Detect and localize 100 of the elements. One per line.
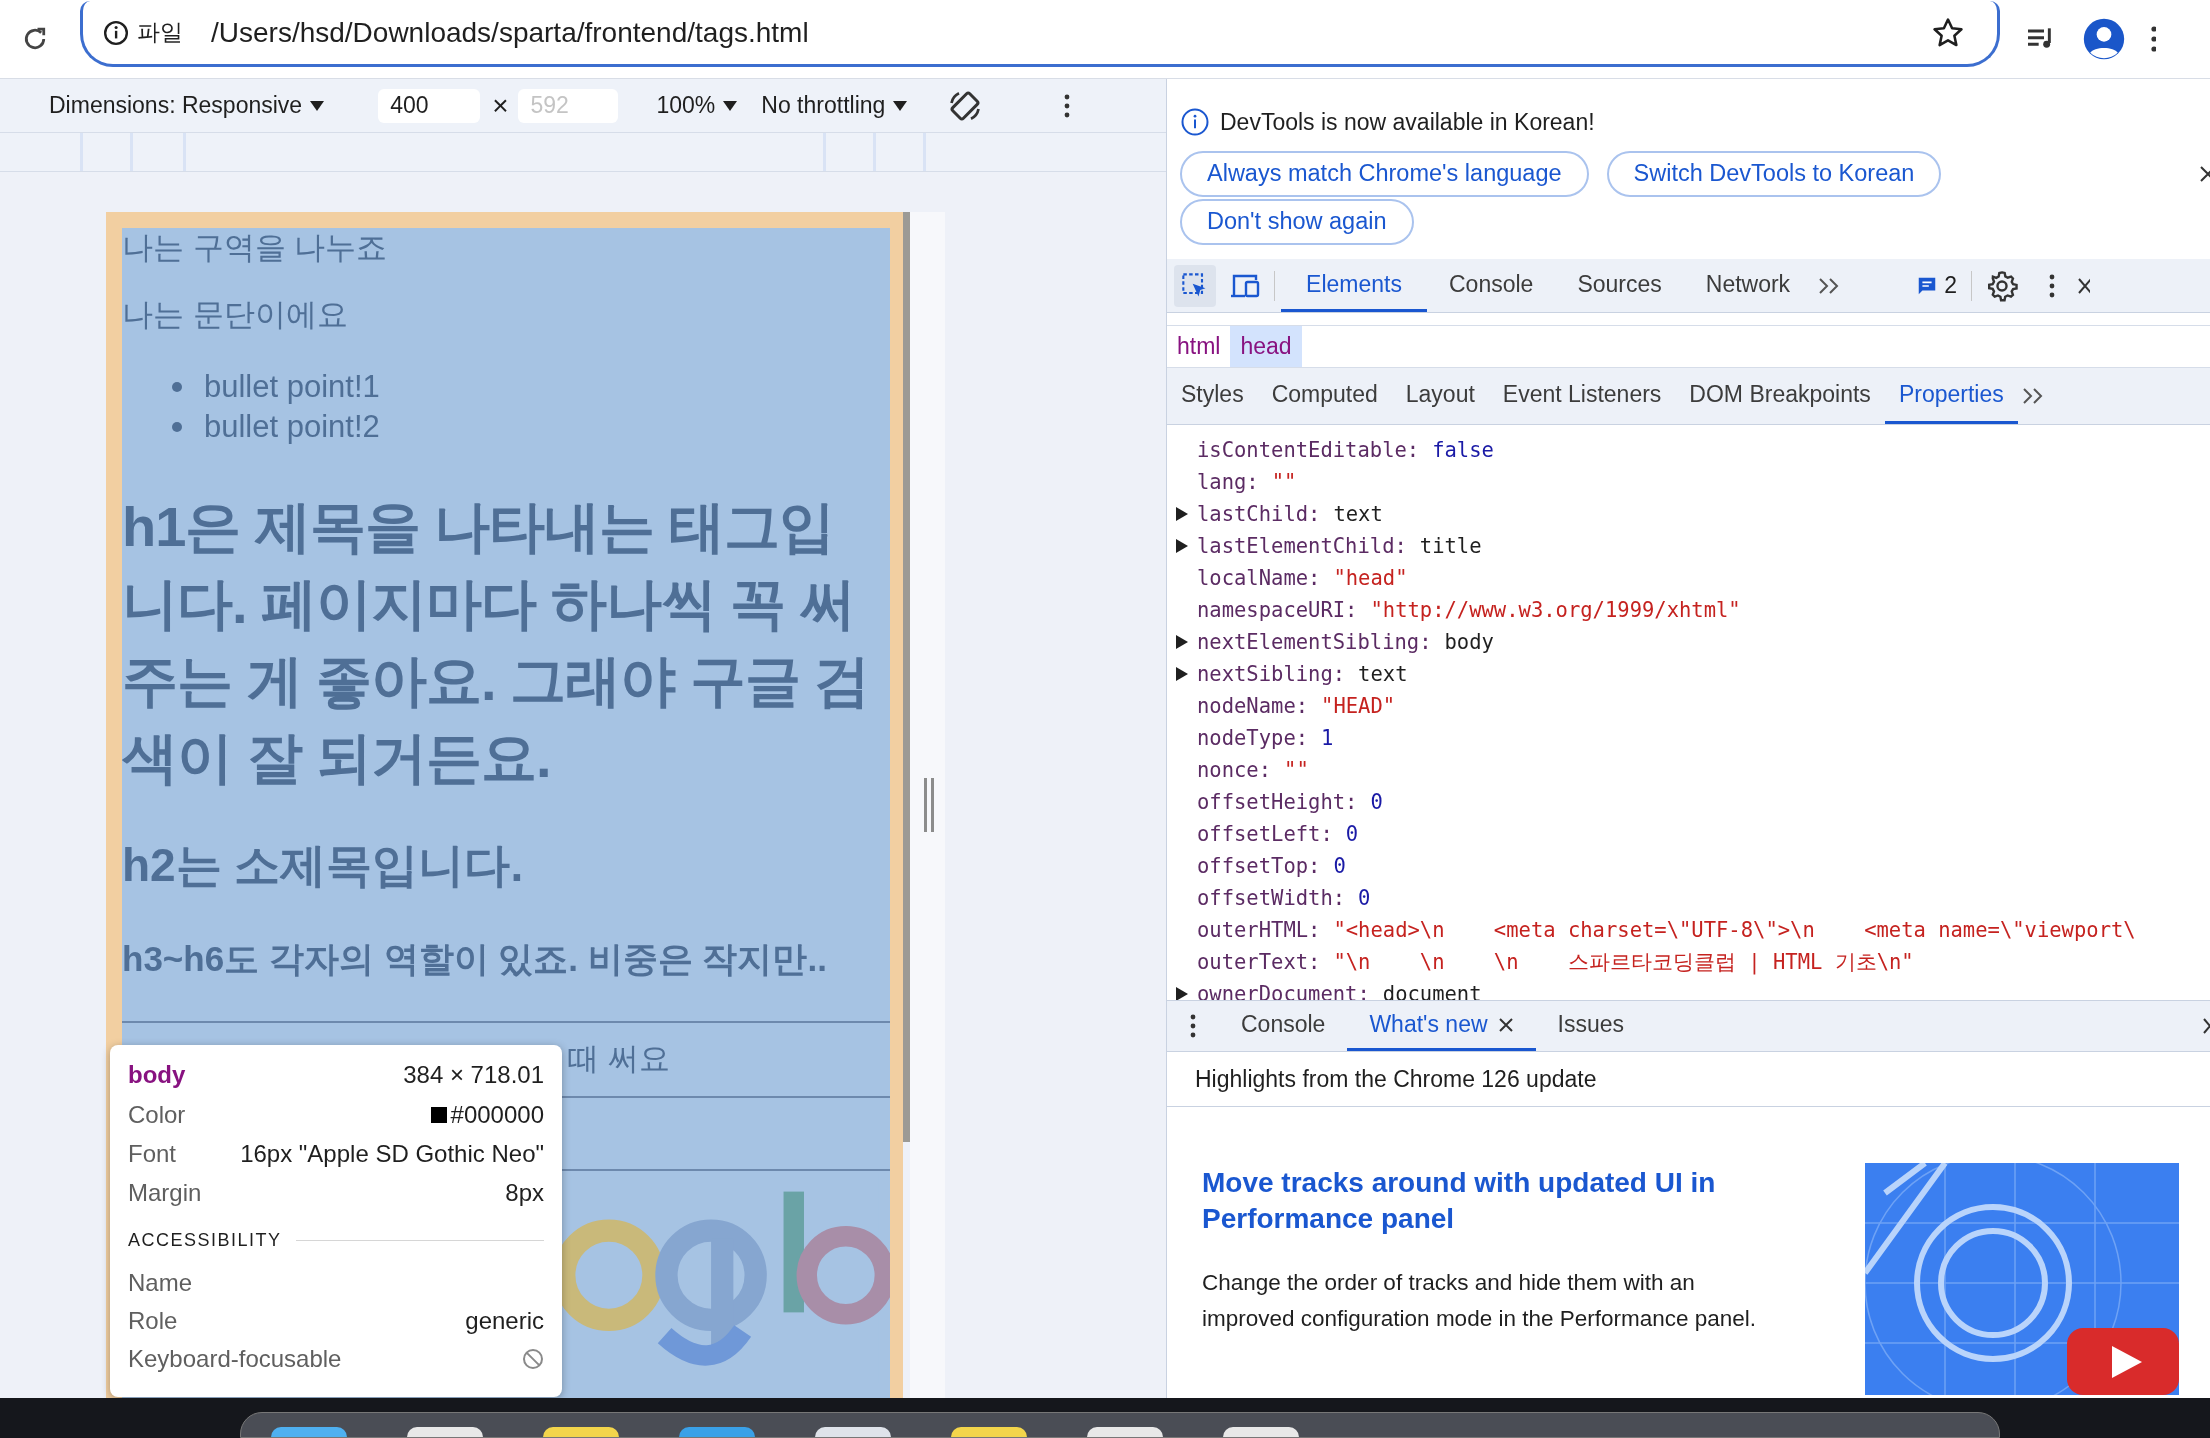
property-name: offsetTop: — [1197, 852, 1321, 880]
settings-icon[interactable] — [1985, 269, 2018, 302]
property-value: text — [1358, 660, 1408, 688]
property-value: #000000 — [450, 1099, 544, 1130]
more-tabs-icon[interactable] — [1818, 276, 1841, 295]
throttling-dropdown[interactable]: No throttling — [761, 88, 908, 123]
resize-handle-icon[interactable] — [922, 778, 936, 832]
property-name: lang: — [1197, 468, 1259, 496]
infobar-button[interactable]: Don't show again — [1180, 199, 1414, 245]
paragraph-text: 나는 문단이에요 — [122, 296, 349, 334]
app-icon[interactable] — [1087, 1427, 1163, 1437]
zoom-dropdown[interactable]: 100% — [656, 88, 738, 123]
expand-arrow-icon[interactable] — [1176, 667, 1188, 681]
minor-heading-text: h3~h6도 각자의 역할이 있죠. 비중은 작지만.. — [122, 938, 828, 980]
app-icon[interactable] — [407, 1427, 483, 1437]
height-input[interactable]: 592 — [518, 88, 619, 123]
more-options-icon[interactable] — [2047, 272, 2056, 299]
more-options-icon[interactable] — [1063, 92, 1072, 119]
info-icon — [103, 19, 129, 46]
times-sign: × — [492, 88, 509, 123]
breadcrumb-item[interactable]: head — [1230, 326, 1302, 367]
more-tabs-icon[interactable] — [2021, 387, 2044, 405]
app-icon[interactable] — [815, 1427, 891, 1437]
more-menu-icon[interactable] — [2148, 24, 2156, 54]
property-value: "\n \n \n 스파르타코딩클럽 | HTML 기초\n" — [1333, 948, 1914, 977]
property-name: nodeType: — [1197, 724, 1309, 752]
sidebar-tab[interactable]: Styles — [1167, 368, 1258, 424]
profile-avatar-icon[interactable] — [2082, 17, 2126, 61]
property-value: generic — [465, 1306, 544, 1336]
property-value: 8px — [505, 1177, 544, 1208]
expand-arrow-icon[interactable] — [1176, 987, 1188, 1000]
list-item-text: bullet point!2 — [204, 408, 380, 446]
property-name: namespaceURI: — [1197, 596, 1358, 624]
drawer-menu-icon[interactable] — [1189, 1013, 1197, 1039]
property-name: lastElementChild: — [1197, 532, 1407, 560]
app-icon[interactable] — [1223, 1427, 1299, 1437]
expand-arrow-icon[interactable] — [1176, 539, 1188, 553]
property-label: Color — [128, 1099, 186, 1130]
issues-counter[interactable]: 2 — [1916, 268, 1957, 303]
article-link[interactable]: Move tracks around with updated UI in Performance panel — [1202, 1165, 1777, 1237]
property-name: nextSibling: — [1197, 660, 1346, 688]
dimensions-dropdown[interactable]: Dimensions: Responsive — [49, 88, 325, 123]
app-icon[interactable] — [271, 1427, 347, 1437]
property-value: "head" — [1333, 564, 1408, 592]
expand-arrow-icon[interactable] — [1176, 635, 1188, 649]
subheading-text: h2는 소제목입니다. — [122, 838, 525, 893]
close-icon[interactable] — [1497, 1016, 1514, 1033]
drawer-tab[interactable]: Issues — [1535, 1001, 1647, 1051]
property-value: 0 — [1370, 788, 1383, 816]
dropdown-caret-icon — [723, 100, 738, 111]
article-text: Change the order of tracks and hide them with an improved configuration mode in the Performance panel. — [1202, 1269, 1758, 1333]
section-title: Highlights from the Chrome 126 update — [1195, 1064, 1597, 1094]
property-name: nodeName: — [1197, 692, 1309, 720]
property-label: Font — [128, 1138, 177, 1169]
property-value: "http://www.w3.org/1999/xhtml" — [1370, 596, 1741, 624]
property-value: "<head>\n <meta charset=\"UTF-8\">\n <meta name=\"viewport\ — [1333, 916, 2136, 944]
property-name: offsetLeft: — [1197, 820, 1333, 848]
app-icon[interactable] — [951, 1427, 1027, 1437]
property-name: outerText: — [1197, 948, 1321, 976]
inspect-element-button[interactable] — [1174, 264, 1216, 307]
sidebar-tab[interactable]: Computed — [1257, 368, 1392, 424]
property-name: lastChild: — [1197, 500, 1321, 528]
scheme-label: 파일 — [137, 18, 183, 48]
property-value: 0 — [1358, 884, 1371, 912]
app-icon[interactable] — [679, 1427, 755, 1437]
property-value: false — [1432, 436, 1494, 464]
url-text: /Users/hsd/Downloads/sparta/frontend/tags.html — [211, 15, 809, 50]
expand-arrow-icon[interactable] — [1176, 507, 1188, 521]
property-name: offsetWidth: — [1197, 884, 1346, 912]
width-input[interactable]: 400 — [378, 88, 481, 123]
property-value: 16px "Apple SD Gothic Neo" — [240, 1138, 544, 1169]
bullet-icon — [172, 382, 182, 392]
info-icon — [1180, 107, 1210, 137]
property-value: 0 — [1345, 820, 1359, 848]
panel-tab[interactable]: Console — [1427, 259, 1556, 312]
property-name: offsetHeight: — [1197, 788, 1358, 816]
property-value: title — [1419, 532, 1482, 560]
app-icon[interactable] — [543, 1427, 619, 1437]
drawer-tab[interactable]: Console — [1219, 1001, 1348, 1051]
panel-tab[interactable]: Sources — [1555, 259, 1684, 312]
sidebar-tab[interactable]: Layout — [1391, 368, 1489, 424]
sidebar-tab[interactable]: DOM Breakpoints — [1675, 368, 1885, 424]
property-value: body — [1444, 628, 1494, 656]
property-label: Name — [128, 1268, 193, 1298]
infobar-button[interactable]: Switch DevTools to Korean — [1606, 151, 1942, 197]
property-value: "" — [1284, 756, 1309, 784]
list-item-text: bullet point!1 — [204, 368, 380, 406]
drawer-tab[interactable]: What's new — [1347, 1001, 1536, 1051]
property-value: 0 — [1333, 852, 1346, 880]
paragraph-text: 때 써요 — [568, 1040, 670, 1079]
property-value: document — [1382, 980, 1482, 1000]
address-bar[interactable]: 파일 /Users/hsd/Downloads/sparta/frontend/tags.html — [80, 1, 2000, 67]
property-value: "HEAD" — [1321, 692, 1396, 720]
infobar-button[interactable]: Always match Chrome's language — [1180, 151, 1589, 197]
panel-tab[interactable]: Network — [1683, 259, 1813, 312]
property-label: Role — [128, 1306, 178, 1336]
property-value: 1 — [1321, 724, 1334, 752]
element-size: 384 × 718.01 — [403, 1060, 544, 1090]
sidebar-tab[interactable]: Event Listeners — [1488, 368, 1676, 424]
property-value: "" — [1271, 468, 1297, 496]
